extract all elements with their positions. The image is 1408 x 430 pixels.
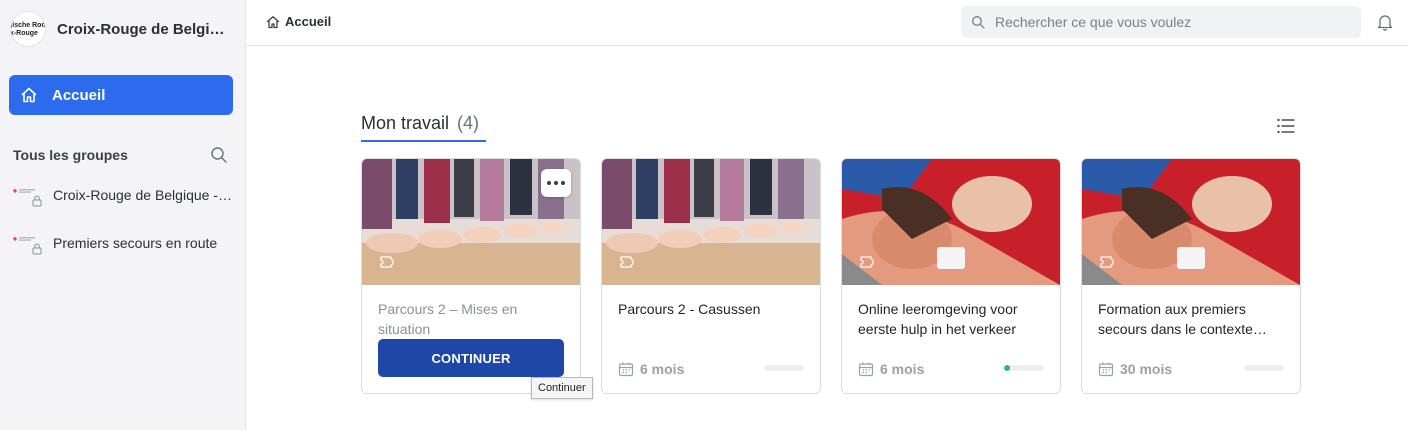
brand-logo-text-2: ix-Rouge (10, 30, 38, 37)
group-item[interactable]: Premiers secours en route (10, 228, 238, 258)
calendar-icon (1098, 361, 1114, 377)
more-icon (547, 181, 551, 185)
course-thumbnail (602, 159, 820, 285)
section-count: (4) (457, 113, 480, 133)
search-bar[interactable] (961, 6, 1361, 38)
brand-logo-text-1: gische Rod (10, 22, 46, 29)
tab-my-work[interactable]: Mon travail (4) (361, 113, 479, 134)
course-title: Formation aux premiers secours dans le c… (1098, 301, 1253, 337)
course-type-icon (380, 256, 394, 268)
home-icon (266, 15, 280, 29)
list-view-icon[interactable] (1276, 117, 1296, 135)
progress-bar (764, 365, 804, 371)
lock-icon (32, 195, 42, 207)
sidebar-item-home-label: Accueil (52, 86, 106, 104)
course-card[interactable]: Parcours 2 – Mises en situation CONTINUE… (361, 158, 581, 394)
breadcrumb-label: Accueil (285, 14, 332, 29)
course-duration: 6 mois (858, 361, 924, 377)
bell-icon[interactable] (1377, 13, 1393, 31)
duration-label: 6 mois (640, 361, 685, 377)
course-type-icon (1100, 256, 1114, 268)
course-type-icon (860, 256, 874, 268)
search-input[interactable] (995, 14, 1355, 30)
course-card[interactable]: Online leeromgeving voor eerste hulp in … (841, 158, 1061, 394)
course-card[interactable]: Formation aux premiers secours dans le c… (1081, 158, 1301, 394)
groups-title: Tous les groupes (13, 147, 128, 163)
group-name: Premiers secours en route (53, 235, 218, 251)
search-icon[interactable] (210, 146, 228, 164)
course-thumbnail (362, 159, 580, 285)
duration-label: 30 mois (1120, 361, 1173, 377)
brand[interactable]: gische Rod ix-Rouge Croix-Rouge de Belgi… (10, 10, 233, 48)
progress-bar (1244, 365, 1284, 371)
group-item[interactable]: Croix-Rouge de Belgique - Formations (10, 180, 238, 210)
course-duration: 30 mois (1098, 361, 1172, 377)
topbar: Accueil (246, 0, 1408, 46)
progress-bar (1004, 365, 1044, 371)
groups-header: Tous les groupes (13, 146, 228, 164)
sidebar: gische Rod ix-Rouge Croix-Rouge de Belgi… (0, 0, 246, 430)
sidebar-item-home[interactable]: Accueil (9, 75, 233, 115)
brand-logo: gische Rod ix-Rouge (10, 11, 46, 47)
course-thumbnail (1082, 159, 1300, 285)
brand-name: Croix-Rouge de Belgique Communauté franc… (57, 20, 233, 38)
course-duration: 6 mois (618, 361, 684, 377)
calendar-icon (618, 361, 634, 377)
course-title: Parcours 2 - Casussen (618, 301, 761, 317)
tab-underline (361, 140, 486, 142)
duration-label: 6 mois (880, 361, 925, 377)
search-icon (971, 15, 985, 29)
breadcrumb[interactable]: Accueil (266, 14, 331, 29)
lock-icon (32, 243, 42, 255)
home-icon (20, 86, 38, 104)
continue-tooltip: Continuer (531, 377, 593, 399)
progress-fill (1004, 365, 1010, 371)
calendar-icon (858, 361, 874, 377)
course-title: Parcours 2 – Mises en situation (378, 301, 518, 335)
course-title: Online leeromgeving voor eerste hulp in … (858, 301, 1018, 337)
continue-button[interactable]: CONTINUER (378, 339, 564, 377)
group-logo (10, 181, 42, 209)
section-title: Mon travail (361, 113, 450, 133)
group-name: Croix-Rouge de Belgique - Formations (53, 187, 235, 203)
course-thumbnail (842, 159, 1060, 285)
group-logo (10, 229, 42, 257)
course-type-icon (620, 256, 634, 268)
course-card[interactable]: Parcours 2 - Casussen 6 mois (601, 158, 821, 394)
more-options-button[interactable] (541, 169, 571, 197)
